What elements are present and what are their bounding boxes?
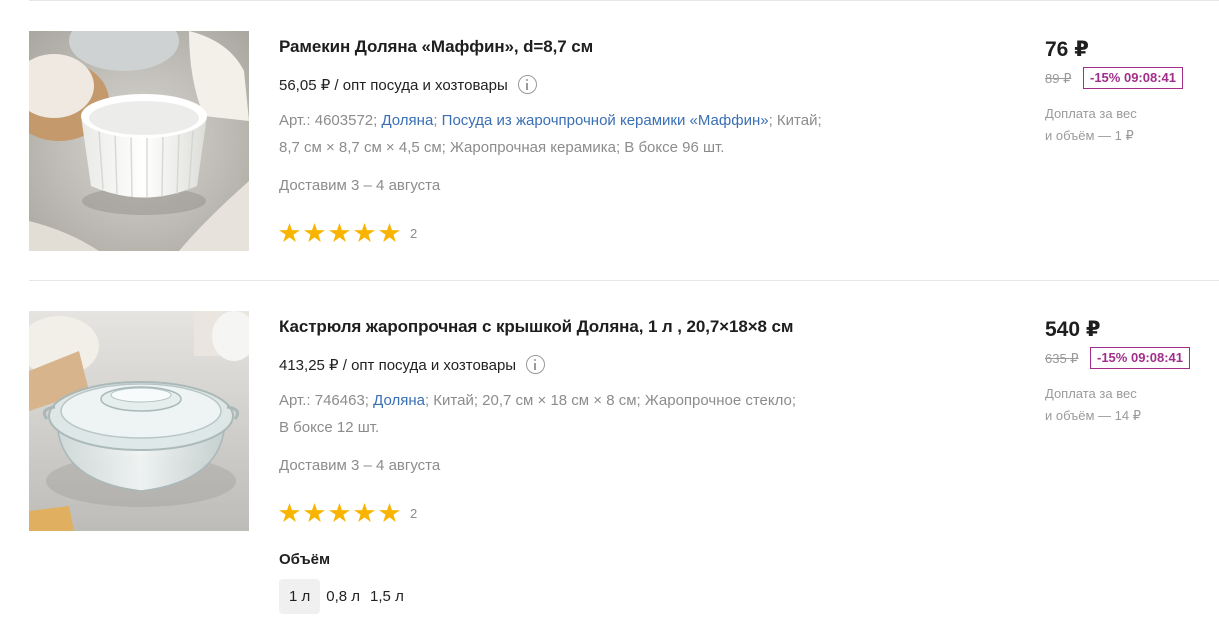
volume-label: Объём: [279, 551, 331, 568]
star-icon: [279, 503, 300, 522]
volume-option-0-8l[interactable]: 0,8 л: [322, 579, 364, 614]
delivery-info: Доставим 3 – 4 августа: [279, 457, 441, 474]
old-price: 635 ₽: [1045, 351, 1079, 366]
casserole-image: [29, 311, 249, 531]
product-image[interactable]: [29, 311, 249, 531]
star-icon: [304, 503, 325, 522]
star-icon: [354, 503, 375, 522]
star-icon: [329, 503, 350, 522]
volume-options: 1 л 0,8 л 1,5 л: [279, 579, 410, 614]
volume-option-1-5l[interactable]: 1,5 л: [366, 579, 408, 614]
extra-charge-line: Доплата за вес: [1045, 386, 1137, 401]
price: 540 ₽: [1045, 318, 1101, 341]
info-icon[interactable]: [526, 355, 546, 374]
specs-text: ; Китай; 20,7 см × 18 см × 8 см; Жаропро…: [424, 392, 797, 409]
product-title[interactable]: Кастрюля жаропрочная с крышкой Доляна, 1…: [279, 317, 793, 337]
brand-link[interactable]: Доляна: [373, 392, 425, 409]
specs-text: В боксе 12 шт.: [279, 419, 380, 436]
wholesale-price-text: 413,25 ₽ / опт посуда и хозтовары: [279, 356, 517, 374]
extra-charge-line: и объём — 14 ₽: [1045, 408, 1141, 423]
rating[interactable]: 2: [279, 503, 417, 523]
extra-charge: Доплата за вес и объём — 14 ₽: [1045, 383, 1141, 427]
promo-badge: -15% 09:08:41: [1090, 347, 1190, 369]
volume-option-1l[interactable]: 1 л: [279, 579, 321, 614]
wholesale-price: 413,25 ₽ / опт посуда и хозтовары: [279, 355, 546, 374]
article-number: Арт.: 746463;: [279, 392, 369, 409]
product-card: Кастрюля жаропрочная с крышкой Доляна, 1…: [0, 0, 1219, 643]
star-icon: [379, 503, 400, 522]
review-count[interactable]: 2: [410, 506, 417, 521]
product-specs: Арт.: 746463; Доляна; Китай; 20,7 см × 1…: [279, 387, 899, 441]
